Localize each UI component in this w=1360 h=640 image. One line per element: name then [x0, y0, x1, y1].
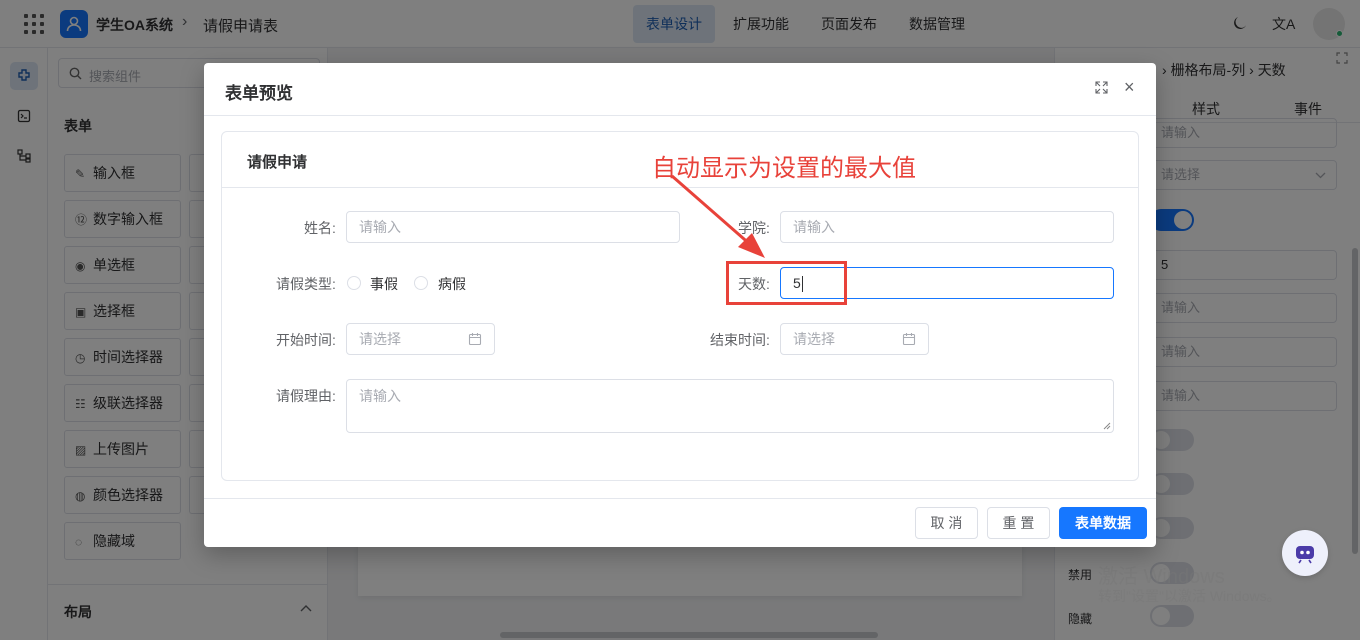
form-card-divider [222, 187, 1138, 188]
end-placeholder: 请选择 [793, 331, 835, 347]
end-time-label: 结束时间: [710, 332, 770, 348]
reason-placeholder: 请输入 [359, 388, 401, 404]
radio-sick-leave[interactable] [414, 276, 428, 290]
form-data-button[interactable]: 表单数据 [1059, 507, 1147, 539]
robot-icon [1296, 546, 1314, 564]
calendar-icon [902, 333, 916, 346]
fullscreen-icon[interactable] [1095, 81, 1108, 94]
close-icon[interactable]: × [1124, 78, 1135, 96]
windows-watermark-subtitle: 转到"设置"以激活 Windows。 [1098, 588, 1281, 604]
resize-handle-icon[interactable] [1103, 422, 1111, 430]
annotation-highlight-box [726, 261, 847, 305]
calendar-icon [468, 333, 482, 346]
assistant-bot-button[interactable] [1282, 530, 1328, 576]
form-preview-dialog: 表单预览 × 请假申请 姓名: 请输入 学院: 请输入 请假类型: 事假 病假 … [204, 63, 1156, 547]
reason-label: 请假理由: [276, 388, 336, 404]
windows-watermark-title: 激活 Windows [1098, 566, 1225, 588]
college-input[interactable]: 请输入 [780, 211, 1114, 243]
reason-textarea[interactable]: 请输入 [346, 379, 1114, 433]
start-time-label: 开始时间: [276, 332, 336, 348]
form-card-title: 请假申请 [247, 154, 308, 171]
dialog-footer-divider [204, 498, 1156, 499]
end-date-picker[interactable]: 请选择 [780, 323, 929, 355]
radio-personal-leave[interactable] [347, 276, 361, 290]
name-input[interactable]: 请输入 [346, 211, 680, 243]
radio-label-sick[interactable]: 病假 [438, 274, 466, 294]
name-label: 姓名: [304, 220, 336, 236]
start-placeholder: 请选择 [359, 331, 401, 347]
leave-type-label: 请假类型: [276, 276, 336, 292]
cancel-button[interactable]: 取 消 [915, 507, 978, 539]
dialog-header-divider [204, 115, 1156, 116]
reset-button[interactable]: 重 置 [987, 507, 1050, 539]
annotation-text: 自动显示为设置的最大值 [652, 155, 916, 182]
radio-label-personal[interactable]: 事假 [370, 274, 398, 294]
college-label: 学院: [738, 220, 770, 236]
dialog-title: 表单预览 [225, 84, 293, 103]
start-date-picker[interactable]: 请选择 [346, 323, 495, 355]
